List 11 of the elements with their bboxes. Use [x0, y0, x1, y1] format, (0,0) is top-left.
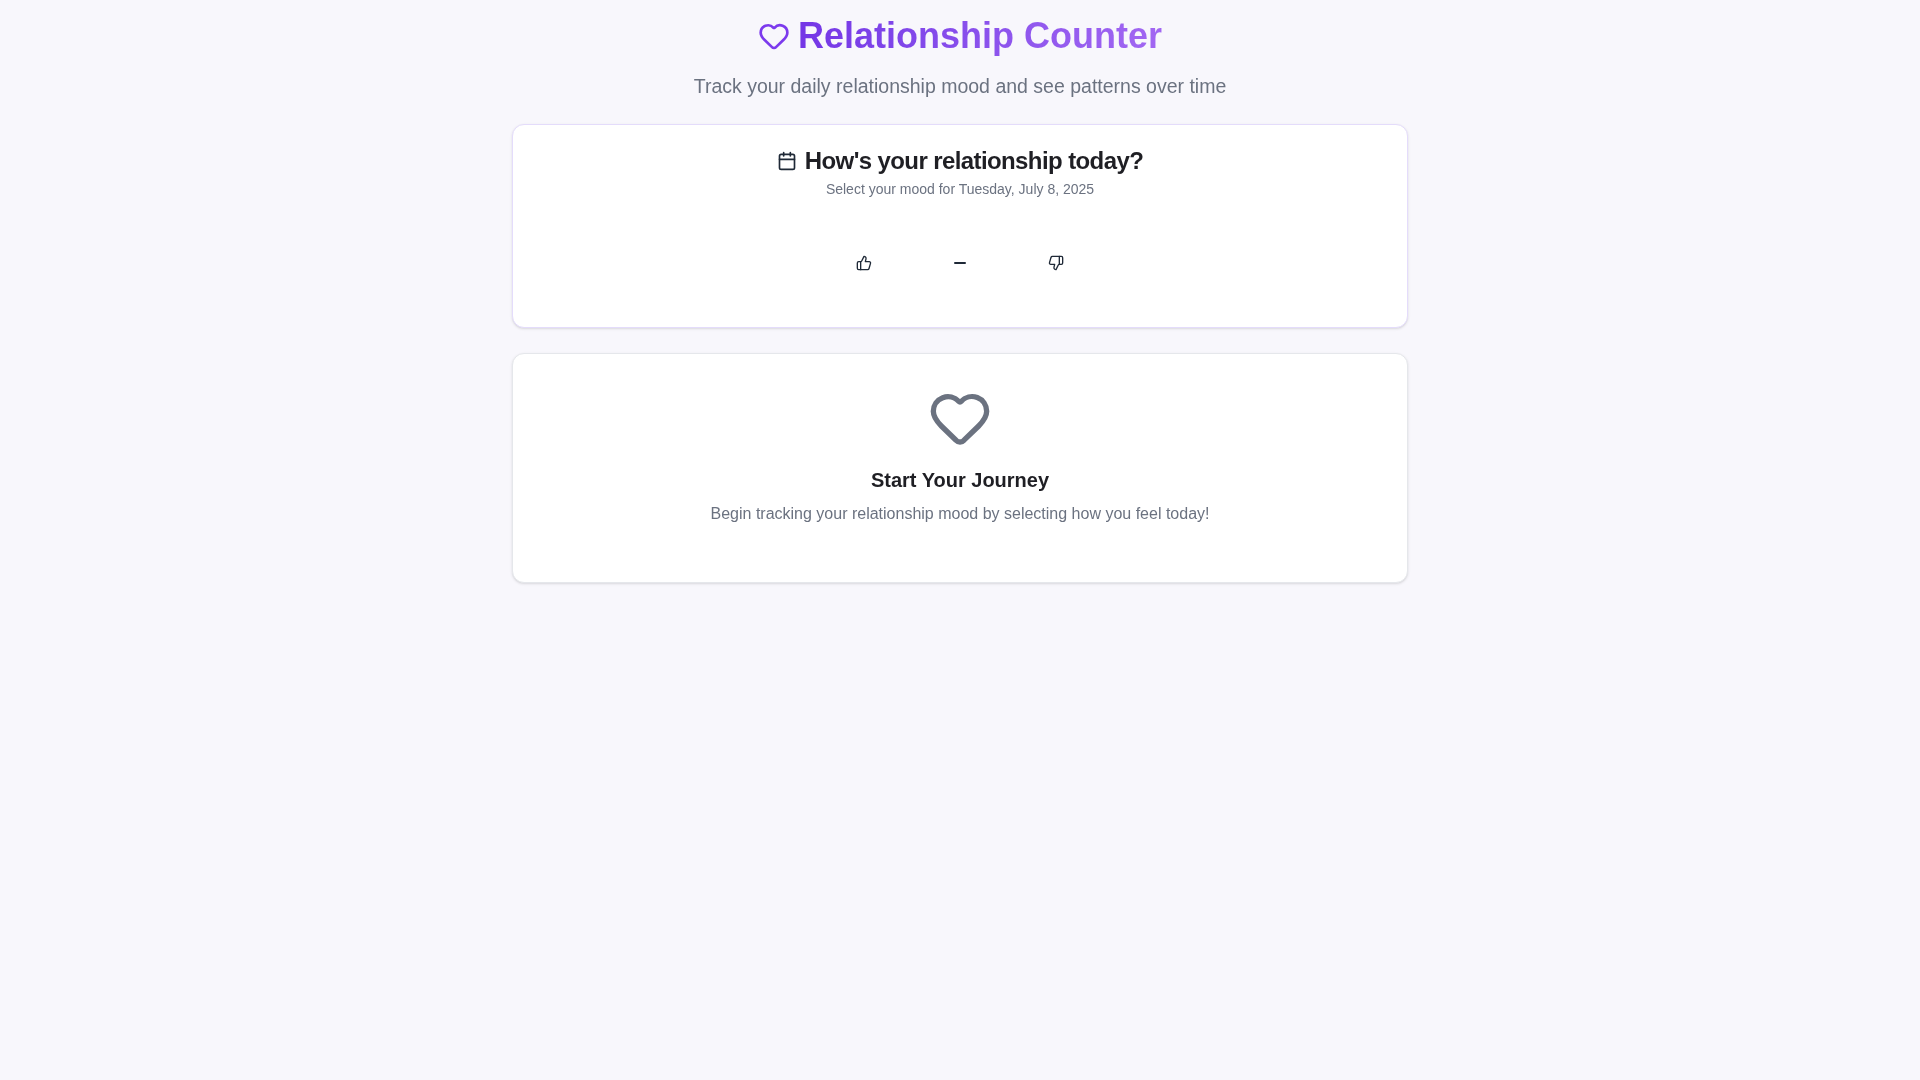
thumbs-up-button[interactable]	[856, 255, 872, 271]
empty-state-message: Begin tracking your relationship mood by selecting how you feel today!	[710, 504, 1210, 524]
card-description: Select your mood for Tuesday, July 8, 2025	[825, 180, 1095, 199]
thumbs-up-icon	[856, 255, 872, 271]
calendar-icon	[776, 151, 797, 171]
thumbs-down-icon	[1048, 255, 1064, 271]
minus-icon	[954, 262, 966, 264]
thumbs-down-button[interactable]	[1048, 255, 1064, 271]
card-title: How's your relationship today?	[804, 149, 1144, 173]
app-subtitle: Track your daily relationship mood and see patterns over time	[693, 74, 1227, 99]
empty-state-title: Start Your Journey	[870, 468, 1050, 493]
